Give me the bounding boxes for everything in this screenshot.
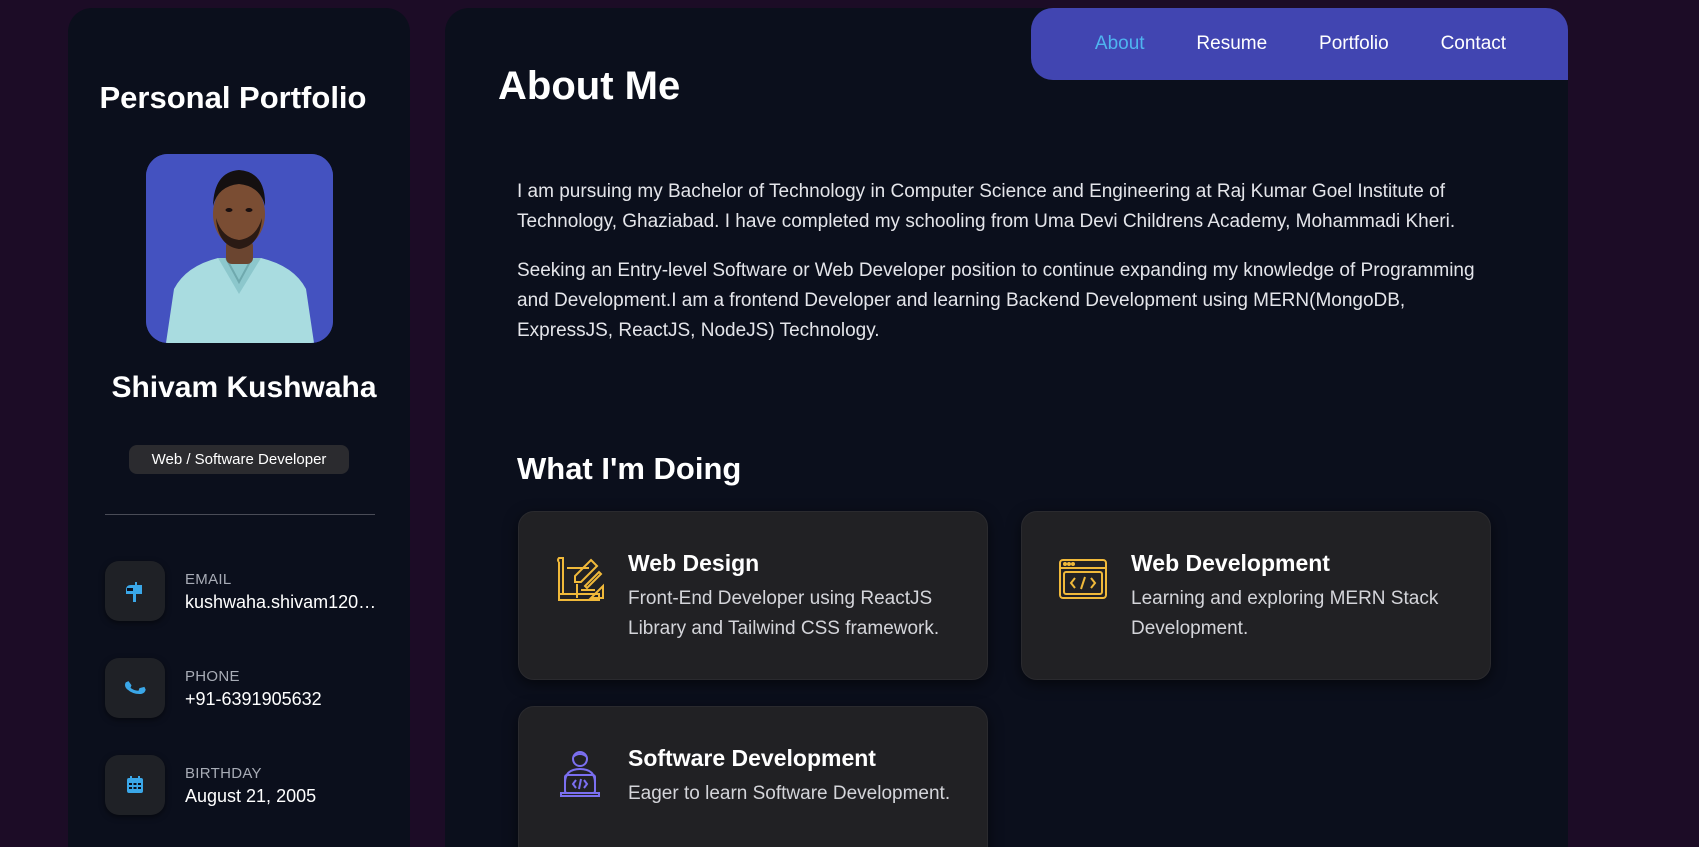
- profile-name: Shivam Kushwaha: [111, 371, 377, 404]
- code-window-icon: [1058, 554, 1108, 604]
- divider: [105, 514, 375, 515]
- about-paragraph: Seeking an Entry-level Software or Web D…: [517, 260, 1475, 341]
- nav-about[interactable]: About: [1095, 33, 1145, 55]
- profile-sidebar: Personal Portfolio Shivam Kushwaha Web /…: [68, 8, 410, 847]
- card-title: Software Development: [628, 745, 876, 771]
- contact-phone: PHONE +91-6391905632: [105, 658, 375, 718]
- nav-resume[interactable]: Resume: [1196, 33, 1267, 55]
- nav-portfolio[interactable]: Portfolio: [1319, 33, 1389, 55]
- site-title: Personal Portfolio: [99, 80, 367, 115]
- birthday-value: August 21, 2005: [185, 786, 317, 806]
- card-text: Front-End Developer using ReactJS Librar…: [628, 588, 940, 639]
- about-paragraph: I am pursuing my Bachelor of Technology …: [517, 181, 1456, 232]
- contact-email: EMAIL kushwaha.shivam120…: [105, 561, 377, 621]
- phone-icon: [105, 658, 165, 718]
- page-title: About Me: [498, 64, 681, 108]
- nav-contact[interactable]: Contact: [1441, 33, 1506, 55]
- email-link[interactable]: kushwaha.shivam120…: [185, 592, 377, 613]
- service-card-web-development: Web Development Learning and exploring M…: [1021, 511, 1491, 680]
- avatar: [146, 154, 333, 343]
- top-navbar: About Resume Portfolio Contact: [1031, 8, 1568, 80]
- contact-label: BIRTHDAY: [185, 765, 262, 782]
- contact-label: PHONE: [185, 668, 240, 685]
- role-badge: Web / Software Developer: [129, 445, 349, 474]
- mailbox-icon: [105, 561, 165, 621]
- phone-link[interactable]: +91-6391905632: [185, 689, 377, 710]
- service-card-software-development: Software Development Eager to learn Soft…: [518, 706, 988, 847]
- contact-birthday: BIRTHDAY August 21, 2005: [105, 755, 375, 815]
- service-card-web-design: Web Design Front-End Developer using Rea…: [518, 511, 988, 680]
- card-text: Eager to learn Software Development.: [628, 783, 951, 804]
- card-text: Learning and exploring MERN Stack Develo…: [1131, 588, 1439, 639]
- section-title: What I'm Doing: [517, 451, 742, 486]
- card-title: Web Design: [628, 550, 760, 576]
- design-pencil-icon: [555, 554, 605, 604]
- contact-label: EMAIL: [185, 571, 232, 588]
- profile-photo: [146, 154, 333, 343]
- calendar-icon: [105, 755, 165, 815]
- card-title: Web Development: [1131, 550, 1330, 576]
- developer-laptop-icon: [555, 749, 605, 799]
